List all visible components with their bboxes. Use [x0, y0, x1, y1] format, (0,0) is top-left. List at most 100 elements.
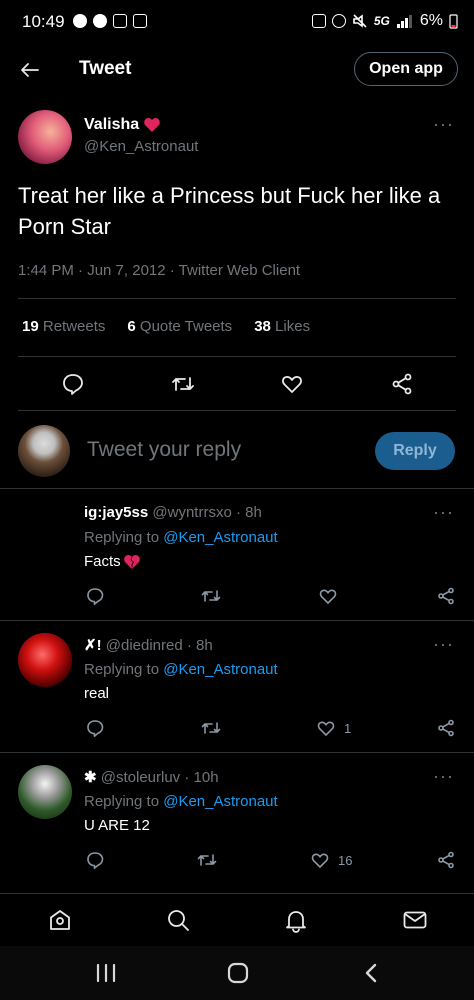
author-name[interactable]: Valisha [84, 116, 139, 134]
home-icon [50, 910, 70, 930]
likes-stat[interactable]: 38 Likes [254, 318, 310, 335]
replying-to-link[interactable]: @Ken_Astronaut [163, 529, 277, 546]
retweet-action[interactable] [196, 849, 218, 871]
reply-text: U ARE 12 [84, 817, 150, 834]
author-handle[interactable]: @Ken_Astronaut [84, 138, 198, 155]
recents-icon [96, 963, 116, 983]
retweet-icon [201, 722, 221, 734]
heart-icon [319, 589, 337, 604]
reply-like-count: 16 [338, 852, 353, 868]
reply-text: Facts [84, 553, 121, 570]
reply-author-name[interactable]: ig:jay5ss [84, 504, 148, 521]
author-avatar[interactable] [18, 110, 72, 164]
like-action[interactable] [318, 585, 346, 607]
divider [18, 356, 456, 357]
tab-messages[interactable] [401, 906, 429, 934]
reply-time: · 8h [235, 504, 262, 521]
battery-percent: 6% [419, 12, 443, 29]
tab-notifications[interactable] [282, 906, 310, 934]
reply-action[interactable] [85, 585, 105, 607]
snapchat-icon [73, 14, 87, 28]
lock-icon [311, 14, 326, 28]
replying-to-link[interactable]: @Ken_Astronaut [163, 793, 277, 810]
tab-home[interactable] [46, 906, 74, 934]
more-options-button[interactable]: ··· [433, 634, 454, 655]
share-icon [438, 851, 454, 869]
reply-like-count: 1 [344, 720, 352, 736]
more-options-button[interactable]: ··· [433, 114, 454, 135]
open-app-button[interactable]: Open app [354, 52, 458, 86]
arrow-left-icon [21, 63, 39, 77]
share-action[interactable] [436, 717, 456, 739]
like-action[interactable]: 1 [316, 717, 351, 739]
share-action[interactable] [436, 585, 456, 607]
network-label: 5G [373, 14, 390, 28]
share-icon [392, 373, 412, 395]
share-action[interactable] [436, 849, 456, 871]
home-nav-button[interactable] [226, 961, 250, 985]
mute-icon [353, 14, 367, 28]
reply-avatar[interactable] [18, 765, 72, 819]
divider [18, 298, 456, 299]
search-icon [168, 910, 189, 931]
reply-time: · 8h [186, 637, 213, 654]
reply-action[interactable] [85, 717, 105, 739]
reply-action[interactable] [61, 372, 85, 396]
reply-avatar[interactable] [18, 633, 72, 687]
reply-author-handle[interactable]: @diedinred [106, 637, 183, 654]
reply-author-handle[interactable]: @stoleurluv [101, 769, 180, 786]
comment-icon [87, 852, 104, 869]
retweet-action[interactable] [171, 372, 195, 396]
reply-author-name[interactable]: ✱ [84, 769, 97, 786]
retweet-action[interactable] [200, 717, 222, 739]
cloud-icon [93, 14, 107, 28]
back-button[interactable] [16, 56, 44, 84]
broken-heart-emoji-icon [123, 554, 140, 569]
heart-icon [311, 853, 329, 868]
like-action[interactable] [280, 372, 304, 396]
quotes-count: 6 [127, 318, 136, 335]
comment-icon [63, 374, 83, 395]
share-action[interactable] [390, 372, 414, 396]
share-icon [438, 587, 454, 605]
bell-icon [286, 911, 306, 933]
reply-item[interactable]: ✱ @stoleurluv · 10h ··· Replying to @Ken… [0, 753, 474, 887]
replying-prefix: Replying to [84, 793, 160, 810]
reply-action[interactable] [85, 849, 105, 871]
reply-input[interactable]: Tweet your reply [87, 438, 241, 462]
reply-author-handle[interactable]: @wyntrrsxo [152, 504, 231, 521]
reply-button[interactable]: Reply [375, 432, 455, 470]
reply-text: real [84, 685, 110, 702]
reply-time: · 10h [184, 769, 219, 786]
recent-apps-button[interactable] [94, 963, 118, 983]
signal-icon [396, 15, 412, 28]
alarm-icon [331, 14, 346, 28]
tab-search[interactable] [164, 906, 192, 934]
replying-to-link[interactable]: @Ken_Astronaut [163, 661, 277, 678]
retweets-count: 19 [22, 318, 39, 335]
retweets-stat[interactable]: 19 Retweets [22, 318, 105, 335]
more-options-button[interactable]: ··· [433, 502, 454, 523]
retweet-action[interactable] [200, 585, 222, 607]
like-action[interactable]: 16 [310, 849, 352, 871]
quotes-stat[interactable]: 6 Quote Tweets [127, 318, 232, 335]
comment-icon [87, 720, 104, 737]
replying-prefix: Replying to [84, 529, 160, 546]
divider [18, 410, 456, 411]
replying-to: Replying to @Ken_Astronaut [84, 793, 278, 810]
reply-header: ✗! @diedinred · 8h [84, 636, 213, 654]
reply-item[interactable]: ✗! @diedinred · 8h ··· Replying to @Ken_… [0, 621, 474, 752]
system-icons: 5G 6% [311, 12, 458, 30]
reply-header: ✱ @stoleurluv · 10h [84, 768, 219, 786]
tweet-meta: 1:44 PM · Jun 7, 2012 · Twitter Web Clie… [18, 262, 301, 279]
reply-item[interactable]: ig:jay5ss @wyntrrsxo · 8h ··· Replying t… [0, 489, 474, 620]
battery-icon [449, 14, 458, 29]
reply-author-name[interactable]: ✗! [84, 637, 102, 654]
likes-label: Likes [275, 318, 311, 335]
heart-icon [317, 721, 335, 736]
heart-icon [282, 376, 302, 393]
replying-to: Replying to @Ken_Astronaut [84, 529, 278, 546]
system-nav-bar [0, 946, 474, 1000]
back-nav-button[interactable] [360, 961, 384, 985]
more-options-button[interactable]: ··· [433, 766, 454, 787]
